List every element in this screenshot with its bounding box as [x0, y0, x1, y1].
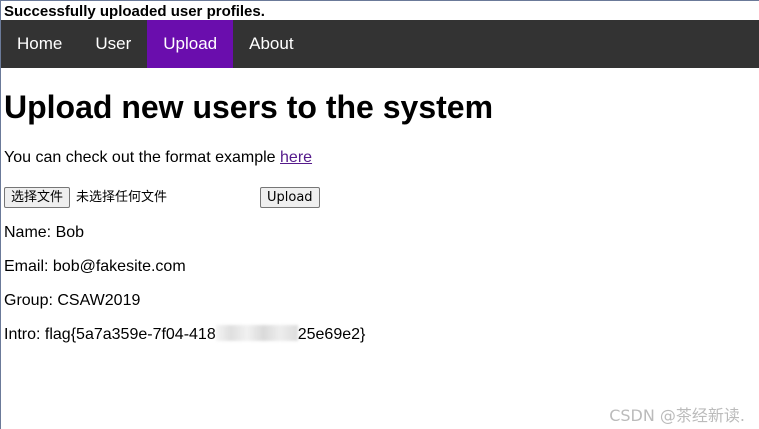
redaction-blur	[215, 325, 298, 341]
status-message: Successfully uploaded user profiles.	[4, 3, 265, 20]
nav-home[interactable]: Home	[1, 20, 79, 68]
format-hint-text: You can check out the format example	[4, 149, 281, 166]
nav-upload[interactable]: Upload	[147, 20, 234, 68]
upload-button[interactable]: Upload	[260, 187, 320, 208]
navbar: Home User Upload About	[1, 20, 759, 68]
profile-email: Email: bob@fakesite.com	[4, 258, 186, 275]
page-title: Upload new users to the system	[4, 89, 494, 125]
profile-name: Name: Bob	[4, 224, 85, 241]
upload-form: 选择文件 未选择任何文件 Upload	[4, 187, 334, 209]
profile-intro-prefix: Intro: flag{5a7a359e-7f04-418	[4, 326, 216, 343]
watermark: CSDN @茶经新读.	[609, 406, 745, 425]
profile-group: Group: CSAW2019	[4, 292, 141, 309]
profile-intro-suffix: 25e69e2}	[297, 326, 366, 343]
format-example-link[interactable]: here	[280, 149, 312, 166]
file-status-text: 未选择任何文件	[76, 190, 168, 205]
nav-user[interactable]: User	[79, 20, 147, 68]
nav-about[interactable]: About	[233, 20, 309, 68]
choose-file-button[interactable]: 选择文件	[4, 187, 71, 208]
format-hint: You can check out the format example her…	[4, 148, 312, 167]
profile-intro: Intro: flag{5a7a359e-7f04-418 25e69e2}	[4, 325, 365, 344]
